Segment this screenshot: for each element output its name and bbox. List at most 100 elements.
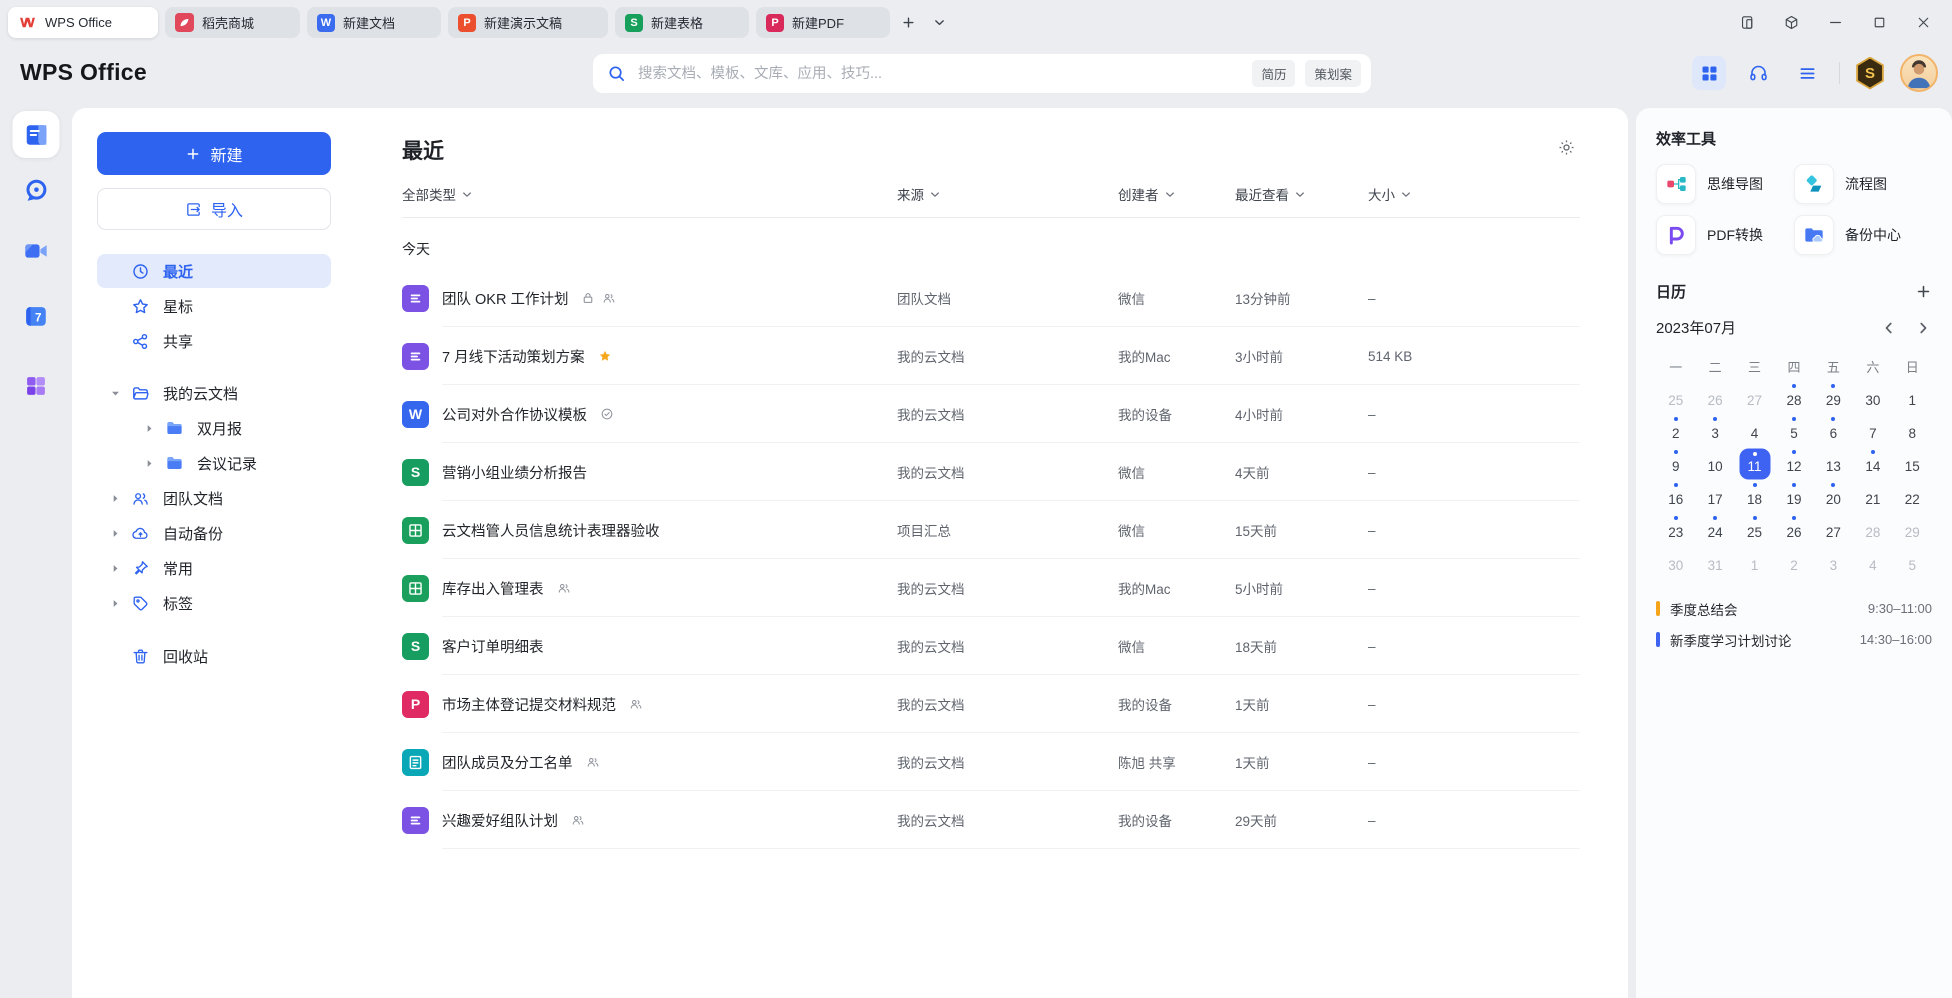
- tool-2[interactable]: PDF转换: [1656, 215, 1794, 255]
- file-row[interactable]: S营销小组业绩分析报告我的云文档微信4天前–: [402, 443, 1580, 501]
- file-row[interactable]: 7 月线下活动策划方案我的云文档我的Mac3小时前514 KB: [402, 327, 1580, 385]
- rail-item-documents[interactable]: [13, 111, 60, 158]
- calendar-day[interactable]: 14: [1853, 447, 1892, 480]
- calendar-day[interactable]: 2: [1774, 546, 1813, 579]
- calendar-day[interactable]: 19: [1774, 480, 1813, 513]
- sidebar-item-1[interactable]: 星标: [97, 289, 331, 323]
- file-row[interactable]: 团队 OKR 工作计划团队文档微信13分钟前–: [402, 269, 1580, 327]
- calendar-day[interactable]: 29: [1814, 381, 1853, 414]
- sidebar-tree-item-3[interactable]: 团队文档: [97, 481, 331, 516]
- sidebar-tree-item-5[interactable]: 常用: [97, 551, 331, 586]
- tab-list-chevron-icon[interactable]: [926, 10, 952, 36]
- tool-1[interactable]: 流程图: [1794, 164, 1932, 204]
- sidebar-tree-item-6[interactable]: 标签: [97, 586, 331, 621]
- calendar-day[interactable]: 5: [1893, 546, 1932, 579]
- calendar-day[interactable]: 26: [1695, 381, 1734, 414]
- tab-doc-2[interactable]: W新建文档: [307, 7, 441, 38]
- calendar-day[interactable]: 13: [1814, 447, 1853, 480]
- file-row[interactable]: 兴趣爱好组队计划我的云文档我的设备29天前–: [402, 791, 1580, 849]
- new-tab-button[interactable]: [895, 10, 921, 36]
- file-row[interactable]: 团队成员及分工名单我的云文档陈旭 共享1天前–: [402, 733, 1580, 791]
- search-bar[interactable]: 简历 策划案: [593, 54, 1371, 93]
- file-row[interactable]: 云文档管人员信息统计表理器验收项目汇总微信15天前–: [402, 501, 1580, 559]
- calendar-day[interactable]: 26: [1774, 513, 1813, 546]
- devices-button[interactable]: [1739, 14, 1756, 31]
- filter-0[interactable]: 全部类型: [402, 184, 897, 204]
- caret-right-icon[interactable]: [109, 529, 121, 538]
- calendar-day[interactable]: 7: [1853, 414, 1892, 447]
- calendar-day[interactable]: 18: [1735, 480, 1774, 513]
- tab-doc-3[interactable]: P新建演示文稿: [448, 7, 608, 38]
- settings-gear-icon[interactable]: [1557, 138, 1576, 157]
- calendar-day[interactable]: 5: [1774, 414, 1813, 447]
- tool-3[interactable]: 备份中心: [1794, 215, 1932, 255]
- calendar-day[interactable]: 8: [1893, 414, 1932, 447]
- calendar-add-button[interactable]: [1915, 283, 1932, 300]
- calendar-day[interactable]: 27: [1814, 513, 1853, 546]
- calendar-day[interactable]: 25: [1735, 513, 1774, 546]
- caret-right-icon[interactable]: [143, 424, 155, 433]
- calendar-day[interactable]: 15: [1893, 447, 1932, 480]
- sidebar-tree-item-4[interactable]: 自动备份: [97, 516, 331, 551]
- svip-badge-icon[interactable]: S: [1855, 57, 1885, 90]
- tab-doc-1[interactable]: 稻壳商城: [165, 7, 300, 38]
- calendar-day[interactable]: 6: [1814, 414, 1853, 447]
- rail-item-chat[interactable]: [20, 175, 52, 207]
- sidebar-item-0[interactable]: 最近: [97, 254, 331, 288]
- apps-grid-button[interactable]: [1692, 56, 1726, 90]
- caret-right-icon[interactable]: [109, 564, 121, 573]
- filter-2[interactable]: 创建者: [1118, 184, 1235, 204]
- calendar-day[interactable]: 4: [1853, 546, 1892, 579]
- calendar-day[interactable]: 3: [1695, 414, 1734, 447]
- calendar-day[interactable]: 20: [1814, 480, 1853, 513]
- caret-right-icon[interactable]: [143, 459, 155, 468]
- calendar-day[interactable]: 25: [1656, 381, 1695, 414]
- calendar-day[interactable]: 12: [1774, 447, 1813, 480]
- calendar-day[interactable]: 17: [1695, 480, 1734, 513]
- calendar-day[interactable]: 28: [1774, 381, 1813, 414]
- maximize-button[interactable]: [1871, 14, 1888, 31]
- calendar-event[interactable]: 新季度学习计划讨论14:30–16:00: [1656, 624, 1932, 655]
- calendar-day[interactable]: 2: [1656, 414, 1695, 447]
- calendar-prev-button[interactable]: [1884, 321, 1893, 335]
- caret-right-icon[interactable]: [109, 599, 121, 608]
- calendar-day[interactable]: 30: [1853, 381, 1892, 414]
- calendar-day[interactable]: 30: [1656, 546, 1695, 579]
- calendar-day[interactable]: 27: [1735, 381, 1774, 414]
- calendar-day[interactable]: 4: [1735, 414, 1774, 447]
- tab-doc-4[interactable]: S新建表格: [615, 7, 749, 38]
- search-tag-resume[interactable]: 简历: [1252, 60, 1295, 87]
- sidebar-tree-item-0[interactable]: 我的云文档: [97, 376, 331, 411]
- tool-0[interactable]: 思维导图: [1656, 164, 1794, 204]
- tab-wps-home[interactable]: WPS Office: [8, 7, 158, 38]
- rail-item-meetings[interactable]: [20, 235, 52, 267]
- calendar-day[interactable]: 29: [1893, 513, 1932, 546]
- calendar-day[interactable]: 10: [1695, 447, 1734, 480]
- filter-1[interactable]: 来源: [897, 184, 1118, 204]
- close-button[interactable]: [1915, 14, 1932, 31]
- import-button[interactable]: 导入: [97, 188, 331, 230]
- rail-item-apps[interactable]: [20, 370, 52, 402]
- file-row[interactable]: 库存出入管理表我的云文档我的Mac5小时前–: [402, 559, 1580, 617]
- calendar-event[interactable]: 季度总结会9:30–11:00: [1656, 593, 1932, 624]
- calendar-day[interactable]: 1: [1735, 546, 1774, 579]
- new-document-button[interactable]: 新建: [97, 132, 331, 175]
- calendar-day[interactable]: 31: [1695, 546, 1734, 579]
- sidebar-tree-item-2[interactable]: 会议记录: [97, 446, 331, 481]
- calendar-day[interactable]: 16: [1656, 480, 1695, 513]
- minimize-button[interactable]: [1827, 14, 1844, 31]
- calendar-day[interactable]: 24: [1695, 513, 1734, 546]
- avatar[interactable]: [1900, 54, 1938, 92]
- calendar-day[interactable]: 22: [1893, 480, 1932, 513]
- sidebar-tree-item-1[interactable]: 双月报: [97, 411, 331, 446]
- calendar-day[interactable]: 11: [1735, 447, 1774, 480]
- workspace-button[interactable]: [1783, 14, 1800, 31]
- sidebar-item-trash[interactable]: 回收站: [97, 639, 331, 673]
- file-row[interactable]: P市场主体登记提交材料规范我的云文档我的设备1天前–: [402, 675, 1580, 733]
- caret-right-icon[interactable]: [109, 494, 121, 503]
- calendar-day[interactable]: 1: [1893, 381, 1932, 414]
- calendar-day[interactable]: 3: [1814, 546, 1853, 579]
- sidebar-item-2[interactable]: 共享: [97, 324, 331, 358]
- calendar-day[interactable]: 23: [1656, 513, 1695, 546]
- caret-down-icon[interactable]: [109, 389, 121, 398]
